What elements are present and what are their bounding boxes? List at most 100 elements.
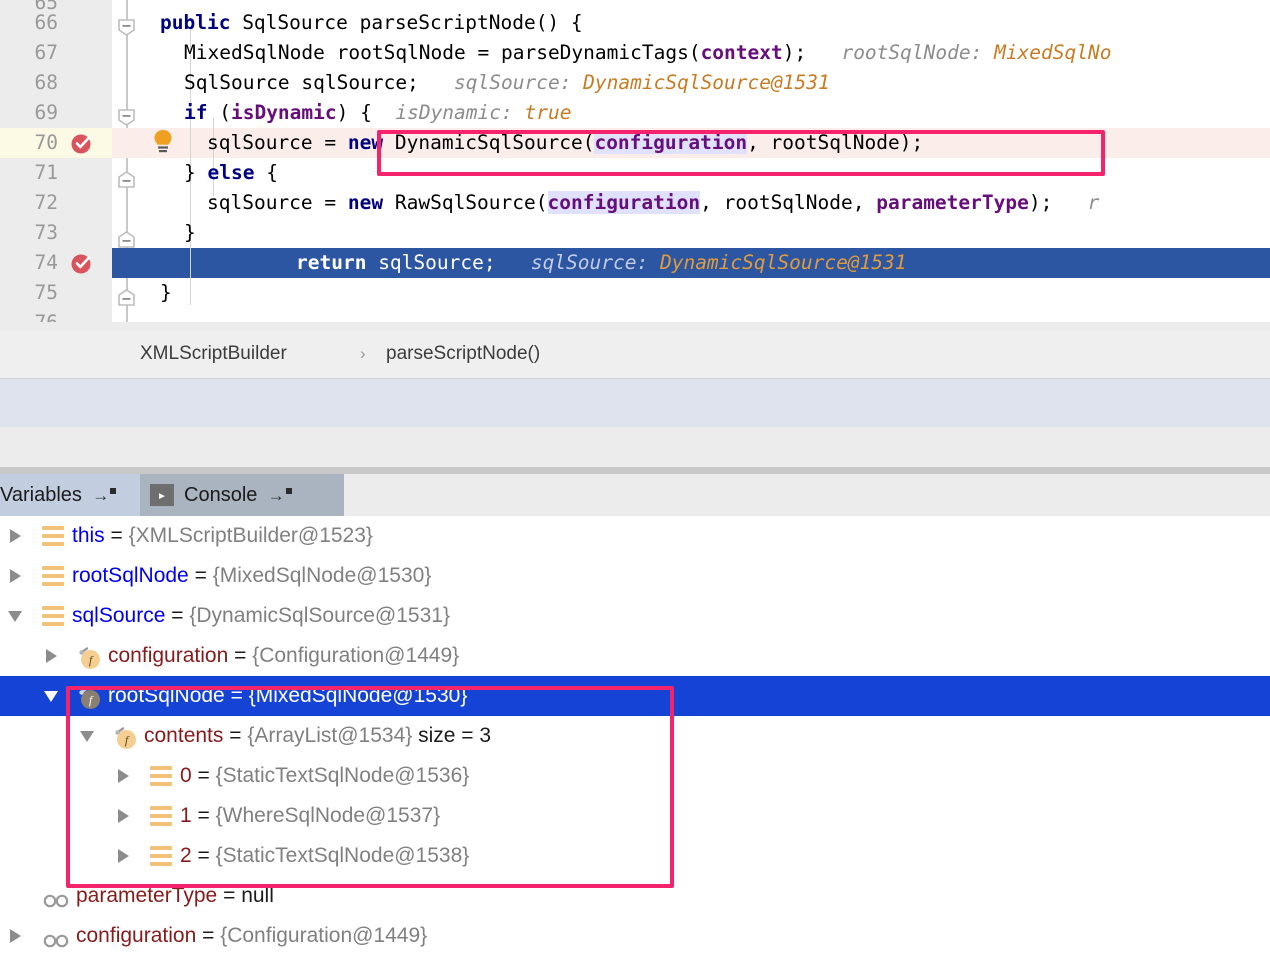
- variable-value: {StaticTextSqlNode@1536}: [215, 764, 470, 787]
- fold-marker-icon[interactable]: [117, 288, 136, 307]
- fold-marker-icon[interactable]: [117, 230, 136, 249]
- variable-row[interactable]: 0 = {StaticTextSqlNode@1536}: [0, 756, 1270, 796]
- pin-square-icon: [110, 488, 117, 494]
- code-line-74-wrapper: return sqlSource; sqlSource: DynamicSqlS…: [112, 248, 1270, 278]
- variable-row[interactable]: 2 = {StaticTextSqlNode@1538}: [0, 836, 1270, 876]
- variable-name: 1: [180, 804, 192, 827]
- expand-arrow-icon[interactable]: [118, 769, 129, 783]
- variable-value: {ArrayList@1534}: [247, 724, 413, 747]
- variable-equals: =: [197, 844, 210, 867]
- code-line-72: sqlSource = new RawSqlSource(configurati…: [207, 191, 1100, 214]
- variable-value: null: [241, 884, 274, 907]
- variable-value: {XMLScriptBuilder@1523}: [128, 524, 373, 547]
- breadcrumb-separator-icon: ›: [360, 344, 366, 363]
- expand-arrow-icon[interactable]: [118, 849, 129, 863]
- breadcrumb-item-method[interactable]: parseScriptNode(): [386, 330, 540, 378]
- line-number: 73: [34, 221, 58, 244]
- line-number: 69: [34, 101, 58, 124]
- debugger-toolbar[interactable]: [0, 427, 1270, 889]
- variable-text: sqlSource = {DynamicSqlSource@1531}: [72, 596, 450, 636]
- tab-console-label: Console: [184, 484, 258, 506]
- variable-name: contents: [144, 724, 224, 747]
- debugger-tabs[interactable]: Variables → ▸ Console →: [0, 474, 1270, 516]
- line-number: 72: [34, 191, 58, 214]
- fold-marker-icon[interactable]: [117, 108, 136, 127]
- collapse-arrow-icon[interactable]: [44, 691, 58, 702]
- variables-panel[interactable]: this = {XMLScriptBuilder@1523} rootSqlNod…: [0, 516, 1270, 972]
- variable-text: parameterType = null: [76, 876, 274, 916]
- expand-arrow-icon[interactable]: [118, 809, 129, 823]
- local-variable-icon: [150, 806, 172, 826]
- expand-arrow-icon[interactable]: [10, 569, 21, 583]
- local-variable-icon: [42, 606, 64, 626]
- panel-splitter[interactable]: [0, 379, 1270, 427]
- code-line-67: MixedSqlNode rootSqlNode = parseDynamicT…: [184, 41, 1112, 64]
- line-number: 71: [34, 161, 58, 184]
- variable-row[interactable]: sqlSource = {DynamicSqlSource@1531}: [0, 596, 1270, 636]
- code-line-69: if (isDynamic) { isDynamic: true: [184, 101, 572, 124]
- local-variable-icon: [42, 566, 64, 586]
- variable-text: contents = {ArrayList@1534} size = 3: [144, 716, 491, 756]
- variable-row[interactable]: f contents = {ArrayList@1534} size = 3: [0, 716, 1270, 756]
- line-number: 68: [34, 71, 58, 94]
- variable-equals: =: [171, 604, 184, 627]
- code-line-75: }: [160, 281, 172, 304]
- variable-value: {MixedSqlNode@1530}: [248, 684, 468, 707]
- editor-bottom-edge: [0, 322, 1270, 330]
- fold-marker-icon[interactable]: [117, 170, 136, 189]
- arrow-pin-icon: →: [262, 486, 285, 505]
- variable-row[interactable]: f configuration = {Configuration@1449}: [0, 636, 1270, 676]
- tab-console[interactable]: ▸ Console →: [140, 474, 344, 516]
- breakpoint-verified-icon[interactable]: [70, 251, 94, 275]
- code-line-71: } else {: [184, 161, 278, 184]
- variable-name: 2: [180, 844, 192, 867]
- collapse-arrow-icon[interactable]: [8, 611, 22, 622]
- fold-region-line: [126, 0, 128, 330]
- expand-arrow-icon[interactable]: [46, 649, 57, 663]
- variable-value: {MixedSqlNode@1530}: [212, 564, 432, 587]
- static-field-icon: [42, 884, 70, 908]
- code-line-74: return sqlSource; sqlSource: DynamicSqlS…: [296, 251, 907, 274]
- collapse-arrow-icon[interactable]: [80, 731, 94, 742]
- breadcrumb[interactable]: XMLScriptBuilder › parseScriptNode(): [0, 330, 1270, 379]
- breakpoint-verified-icon[interactable]: [70, 131, 94, 155]
- line-number: 74: [34, 251, 58, 274]
- variable-text: configuration = {Configuration@1449}: [76, 916, 427, 956]
- variable-equals: =: [234, 644, 247, 667]
- tab-variables-label: Variables: [0, 484, 82, 506]
- line-number: 70: [34, 131, 58, 154]
- variable-row[interactable]: parameterType = null: [0, 876, 1270, 916]
- variable-text: rootSqlNode = {MixedSqlNode@1530}: [72, 556, 431, 596]
- variable-value: {Configuration@1449}: [252, 644, 460, 667]
- variable-text: 0 = {StaticTextSqlNode@1536}: [180, 756, 469, 796]
- line-number: 66: [34, 11, 58, 34]
- tab-variables[interactable]: Variables →: [0, 474, 140, 516]
- variable-row[interactable]: rootSqlNode = {MixedSqlNode@1530}: [0, 556, 1270, 596]
- variable-row[interactable]: this = {XMLScriptBuilder@1523}: [0, 516, 1270, 556]
- variable-row[interactable]: configuration = {Configuration@1449}: [0, 916, 1270, 956]
- variable-row[interactable]: f rootSqlNode = {MixedSqlNode@1530}: [0, 676, 1270, 716]
- expand-arrow-icon[interactable]: [10, 529, 21, 543]
- fold-marker-icon[interactable]: [117, 18, 136, 37]
- local-variable-icon: [42, 526, 64, 546]
- variable-row[interactable]: 1 = {WhereSqlNode@1537}: [0, 796, 1270, 836]
- expand-arrow-icon[interactable]: [10, 929, 21, 943]
- variable-text: configuration = {Configuration@1449}: [108, 636, 459, 676]
- variable-equals: =: [230, 684, 243, 707]
- breadcrumb-item-class[interactable]: XMLScriptBuilder: [140, 330, 287, 378]
- variable-equals: =: [194, 564, 207, 587]
- intention-bulb-icon[interactable]: [150, 128, 176, 156]
- line-number: 67: [34, 41, 58, 64]
- code-editor[interactable]: 65 66 67 68 69 70 71 72 73 74 75 76 publ…: [0, 0, 1270, 330]
- variable-text: this = {XMLScriptBuilder@1523}: [72, 516, 373, 556]
- local-variable-icon: [150, 846, 172, 866]
- variable-equals: =: [110, 524, 123, 547]
- variable-name: parameterType: [76, 884, 218, 907]
- variable-text: 2 = {StaticTextSqlNode@1538}: [180, 836, 469, 876]
- field-icon: f: [114, 724, 138, 749]
- static-field-icon: [42, 924, 70, 948]
- field-icon: f: [78, 644, 102, 669]
- variable-value: {WhereSqlNode@1537}: [215, 804, 441, 827]
- variable-equals: =: [223, 884, 236, 907]
- variable-equals: =: [197, 804, 210, 827]
